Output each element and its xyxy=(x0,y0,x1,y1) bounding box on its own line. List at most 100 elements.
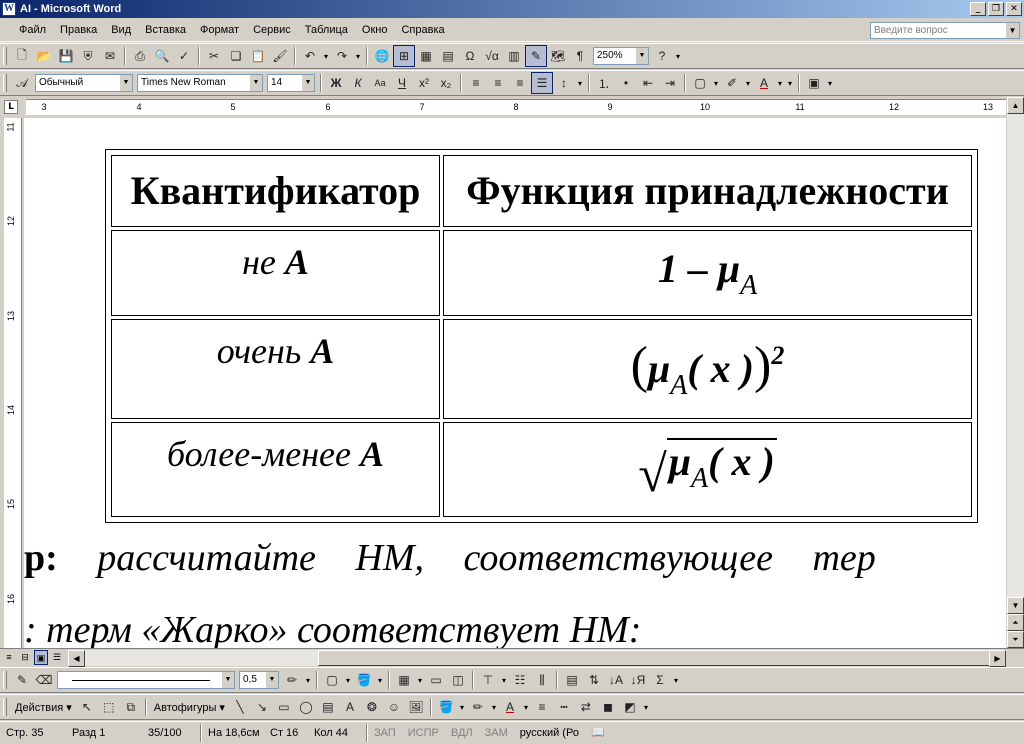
change-text-direction-icon[interactable]: ⇅ xyxy=(583,669,605,691)
numbering-icon[interactable]: ⒈ xyxy=(593,72,615,94)
chevron-down-icon[interactable]: ▼ xyxy=(266,672,278,688)
menu-file[interactable]: Файл xyxy=(12,24,53,36)
body-line-1[interactable]: р: рассчитайте НМ, соответствующее тер xyxy=(24,536,1006,580)
fill-color-icon[interactable]: 🪣 xyxy=(435,696,457,718)
status-track-changes[interactable]: ИСПР xyxy=(402,724,445,742)
select-objects-icon[interactable]: ↖ xyxy=(76,696,98,718)
copy-icon[interactable]: ❏ xyxy=(225,45,247,67)
previous-page-icon[interactable]: ⏶ xyxy=(1007,614,1024,631)
chevron-down-icon[interactable]: ▼ xyxy=(120,75,132,91)
chevron-down-icon[interactable]: ▾ xyxy=(353,52,363,61)
status-section[interactable]: Разд 1 xyxy=(66,724,142,742)
table-autoformat-icon[interactable]: ▤ xyxy=(561,669,583,691)
styles-icon[interactable]: 𝒜 xyxy=(11,72,33,94)
tables-borders-icon[interactable]: ⊞ xyxy=(393,45,415,67)
word-app-icon[interactable]: W xyxy=(2,2,16,16)
document-page[interactable]: Квантификатор Функция принадлежности не … xyxy=(24,118,1006,648)
scroll-down-icon[interactable]: ▼ xyxy=(1007,597,1024,614)
chevron-down-icon[interactable]: ▼ xyxy=(636,48,648,64)
font-select[interactable]: Times New Roman ▼ xyxy=(137,74,263,92)
outside-border-icon[interactable]: ▢ xyxy=(321,669,343,691)
undo-icon[interactable]: ↶ xyxy=(299,45,321,67)
cut-icon[interactable]: ✂ xyxy=(203,45,225,67)
tab-selector[interactable]: L xyxy=(4,100,18,114)
border-color-icon[interactable]: ✏ xyxy=(281,669,303,691)
eraser-icon[interactable]: ⌫ xyxy=(33,669,55,691)
shading-color-icon[interactable]: 🪣 xyxy=(353,669,375,691)
chevron-down-icon[interactable]: ▾ xyxy=(711,79,721,88)
help-icon[interactable]: ? xyxy=(651,45,673,67)
scroll-up-icon[interactable]: ▲ xyxy=(1007,97,1024,114)
font-size-select[interactable]: 14 ▼ xyxy=(267,74,315,92)
change-case-icon[interactable]: Aa xyxy=(369,72,391,94)
chevron-down-icon[interactable]: ▾ xyxy=(415,676,425,685)
menu-tools[interactable]: Сервис xyxy=(246,24,298,36)
chevron-down-icon[interactable]: ▾ xyxy=(375,676,385,685)
open-folder-icon[interactable]: 📂 xyxy=(33,45,55,67)
toolbar-options-icon[interactable]: ▾ xyxy=(785,79,795,88)
chevron-down-icon[interactable]: ▾ xyxy=(343,676,353,685)
clip-art-icon[interactable]: ☺ xyxy=(383,696,405,718)
chevron-down-icon[interactable]: ▾ xyxy=(489,703,499,712)
ruler-strip[interactable]: 3 4 5 6 7 8 9 10 11 12 13 xyxy=(26,99,1006,115)
web-view-icon[interactable]: ⊟ xyxy=(18,650,32,665)
chevron-down-icon[interactable]: ▾ xyxy=(775,79,785,88)
permission-icon[interactable]: ⛨ xyxy=(77,45,99,67)
menu-table[interactable]: Таблица xyxy=(298,24,355,36)
menu-edit[interactable]: Правка xyxy=(53,24,104,36)
chevron-down-icon[interactable]: ▾ xyxy=(521,703,531,712)
insert-excel-icon[interactable]: ▤ xyxy=(437,45,459,67)
status-record[interactable]: ЗАП xyxy=(368,724,402,742)
bullets-icon[interactable]: • xyxy=(615,72,637,94)
task-pane-icon[interactable]: ▣ xyxy=(803,72,825,94)
drawing-icon[interactable]: ✎ xyxy=(525,45,547,67)
chevron-down-icon[interactable]: ▾ xyxy=(743,79,753,88)
chevron-down-icon[interactable]: ▾ xyxy=(575,79,585,88)
wordart-icon[interactable]: A xyxy=(339,696,361,718)
paste-icon[interactable]: 📋 xyxy=(247,45,269,67)
spelling-icon[interactable]: ✓ xyxy=(173,45,195,67)
spelling-status-icon[interactable]: 📖 xyxy=(585,724,611,742)
scroll-left-icon[interactable]: ◀ xyxy=(68,650,85,667)
menu-view[interactable]: Вид xyxy=(104,24,138,36)
insert-table-icon[interactable]: ▦ xyxy=(415,45,437,67)
align-right-icon[interactable]: ≡ xyxy=(509,72,531,94)
arrow-icon[interactable]: ↘ xyxy=(251,696,273,718)
line-color-icon[interactable]: ✏ xyxy=(467,696,489,718)
menu-format[interactable]: Формат xyxy=(193,24,246,36)
minimize-button[interactable]: _ xyxy=(970,2,986,16)
autoshapes-menu[interactable]: Автофигуры ▾ xyxy=(150,701,229,714)
print-preview-icon[interactable]: 🔍 xyxy=(151,45,173,67)
table-cell-function[interactable]: (μA( x ))2 xyxy=(443,319,972,419)
toolbar-grip[interactable] xyxy=(3,671,7,689)
zoom-select[interactable]: 250% ▼ xyxy=(593,47,649,65)
status-pages[interactable]: 35/100 xyxy=(142,724,200,742)
line-style-select[interactable]: ▼ xyxy=(57,671,235,689)
status-at[interactable]: На 18,6см xyxy=(202,724,264,742)
font-color-icon[interactable]: A xyxy=(499,696,521,718)
3d-style-icon[interactable]: ◩ xyxy=(619,696,641,718)
table-cell-function[interactable]: 1 – μA xyxy=(443,229,972,317)
vertical-scrollbar[interactable]: ▲ ▼ ⏶ ⏷ xyxy=(1007,97,1024,648)
font-color-icon[interactable]: A xyxy=(753,72,775,94)
bold-icon[interactable]: Ж xyxy=(325,72,347,94)
pilcrow-icon[interactable]: ¶ xyxy=(569,45,591,67)
status-language[interactable]: русский (Ро xyxy=(514,724,585,742)
print-icon[interactable]: ⎙ xyxy=(129,45,151,67)
redo-icon[interactable]: ↷ xyxy=(331,45,353,67)
text-box-icon[interactable]: ▤ xyxy=(317,696,339,718)
sort-ascending-icon[interactable]: ↓A xyxy=(605,669,627,691)
symbol-omega-icon[interactable]: Ω xyxy=(459,45,481,67)
chevron-down-icon[interactable]: ▾ xyxy=(499,676,509,685)
distribute-columns-icon[interactable]: ⫼ xyxy=(531,669,553,691)
print-layout-view-icon[interactable]: ▣ xyxy=(34,650,48,665)
diagram-icon[interactable]: ❂ xyxy=(361,696,383,718)
menu-insert[interactable]: Вставка xyxy=(138,24,193,36)
justify-icon[interactable]: ☰ xyxy=(531,72,553,94)
dash-style-icon[interactable]: ┅ xyxy=(553,696,575,718)
equation-icon[interactable]: √α xyxy=(481,45,503,67)
shadow-style-icon[interactable]: ◼ xyxy=(597,696,619,718)
status-page[interactable]: Стр. 35 xyxy=(0,724,66,742)
italic-icon[interactable]: К xyxy=(347,72,369,94)
toolbar-grip[interactable] xyxy=(3,698,7,716)
